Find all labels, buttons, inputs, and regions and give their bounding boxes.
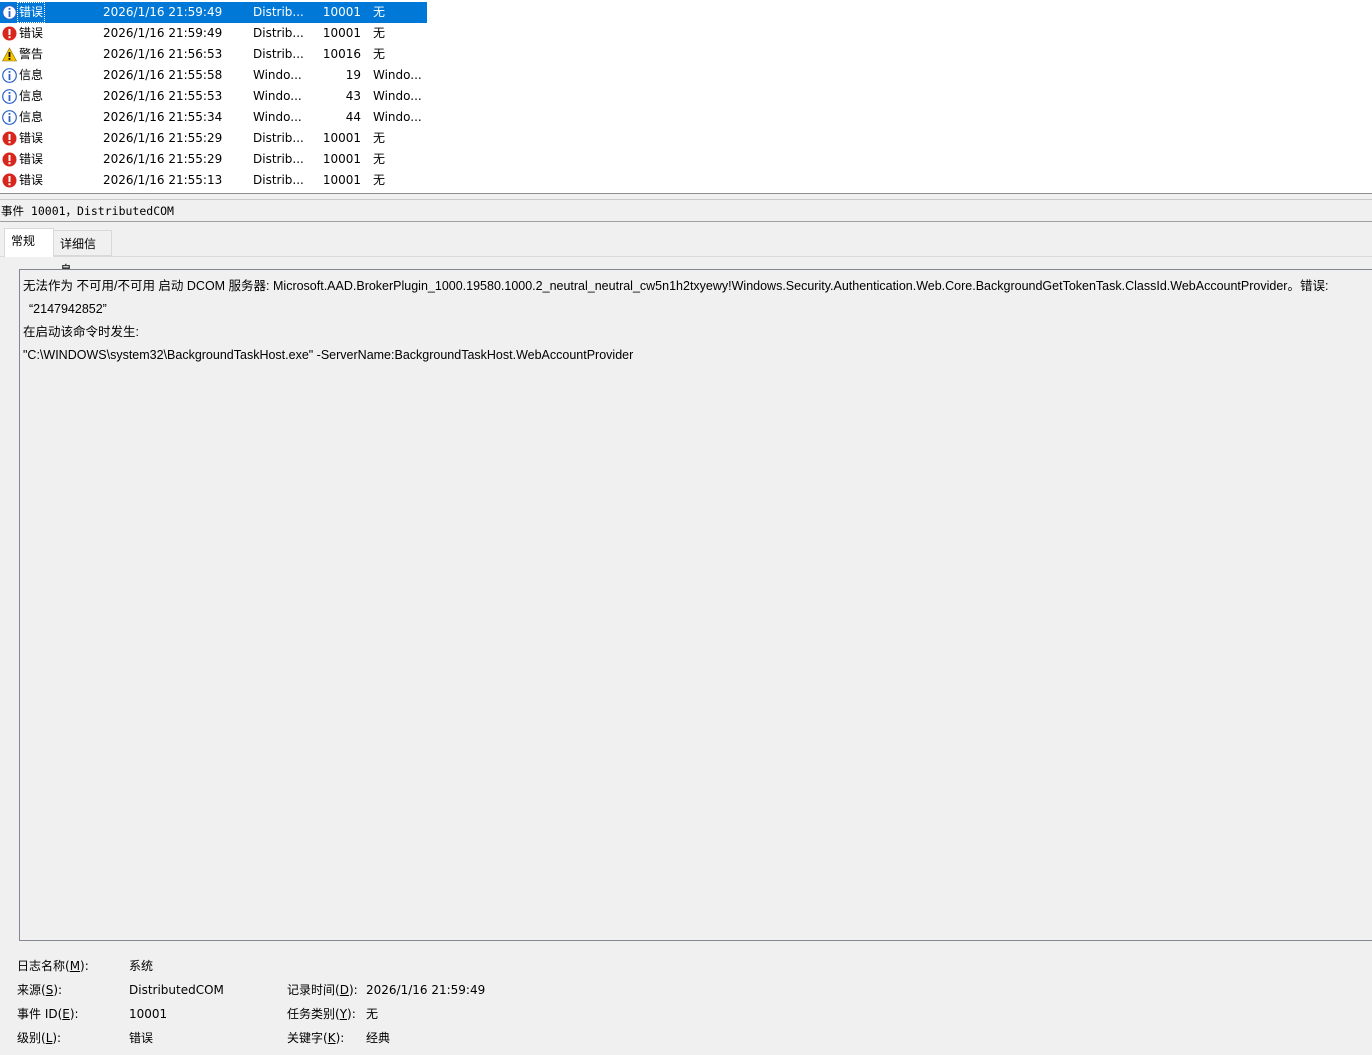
event-source: Distrib... [253,47,304,61]
task-category-value[interactable]: 无 [366,1004,378,1024]
level-label: 级别(L): [17,1031,62,1045]
event-source: Distrib... [253,152,304,166]
log-name-label: 日志名称(M): [17,959,89,973]
event-level: 信息 [19,89,44,103]
error-icon [2,173,17,188]
event-row[interactable]: 信息 2026/1/16 21:55:58 Windo... 19 Windo... [0,65,427,86]
event-task-category: Windo... [373,110,422,124]
event-row[interactable]: 错误 2026/1/16 21:55:29 Distrib... 10001 无 [0,149,427,170]
event-date: 2026/1/16 21:55:29 [103,152,223,166]
event-id: 10001 [322,5,361,19]
event-detail-header: 事件 10001，DistributedCOM [0,200,1372,222]
event-id: 19 [345,68,361,82]
task-category-label: 任务类别(Y): [287,1007,356,1021]
event-level: 错误 [19,26,44,40]
error-icon [2,26,17,41]
log-name-value[interactable]: 系统 [129,956,153,976]
logged-value[interactable]: 2026/1/16 21:59:49 [366,980,485,1000]
event-description[interactable]: 无法作为 不可用/不可用 启动 DCOM 服务器: Microsoft.AAD.… [19,269,1372,941]
event-id: 43 [345,89,361,103]
event-level: 错误 [19,131,44,145]
event-row[interactable]: 信息 2026/1/16 21:55:53 Windo... 43 Windo... [0,86,427,107]
event-id: 10001 [322,26,361,40]
event-date: 2026/1/16 21:55:58 [103,68,223,82]
event-date: 2026/1/16 21:59:49 [103,5,223,19]
event-source: Distrib... [253,131,304,145]
event-date: 2026/1/16 21:59:49 [103,26,223,40]
event-source: Windo... [253,68,302,82]
event-id: 44 [345,110,361,124]
description-line-2: “2147942852” [29,302,107,316]
logged-label: 记录时间(D): [287,983,358,997]
event-task-category: 无 [373,26,386,40]
event-list[interactable]: 错误 2026/1/16 21:59:49 Distrib... 10001 无错误 20… [0,0,1372,193]
level-value[interactable]: 错误 [129,1028,153,1048]
event-level: 信息 [19,110,44,124]
event-date: 2026/1/16 21:55:53 [103,89,223,103]
event-date: 2026/1/16 21:55:13 [103,173,223,187]
info-icon [2,68,17,83]
event-id: 10001 [322,131,361,145]
info-icon [2,110,17,125]
event-row[interactable]: 信息 2026/1/16 21:55:34 Windo... 44 Windo... [0,107,427,128]
event-task-category: 无 [373,152,386,166]
source-value[interactable]: DistributedCOM [129,980,224,1000]
event-task-category: 无 [373,173,386,187]
tab-details[interactable]: 详细信息 [54,230,112,277]
event-date: 2026/1/16 21:55:34 [103,110,223,124]
error-icon [2,131,17,146]
event-date: 2026/1/16 21:55:29 [103,131,223,145]
event-level: 警告 [19,47,44,61]
info-icon [2,89,17,104]
event-task-category: 无 [373,5,386,19]
event-level: 错误 [19,173,44,187]
event-source: Distrib... [253,173,304,187]
event-source: Distrib... [253,5,304,19]
event-id-value[interactable]: 10001 [129,1004,167,1024]
event-source: Windo... [253,89,302,103]
event-source: Distrib... [253,26,304,40]
event-row[interactable]: 错误 2026/1/16 21:55:13 Distrib... 10001 无 [0,170,427,191]
tab-general[interactable]: 常规 [4,228,54,257]
tab-panel-border [0,256,1372,257]
event-task-category: 无 [373,47,386,61]
event-id-label: 事件 ID(E): [17,1007,79,1021]
pane-splitter[interactable] [0,193,1372,200]
event-task-category: Windo... [373,68,422,82]
event-row[interactable]: 错误 2026/1/16 21:55:29 Distrib... 10001 无 [0,128,427,149]
event-row[interactable]: 错误 2026/1/16 21:59:49 Distrib... 10001 无 [0,23,427,44]
description-line-3: 在启动该命令时发生: [23,325,139,339]
event-row[interactable]: 警告 2026/1/16 21:56:53 Distrib... 10016 无 [0,44,427,65]
event-source: Windo... [253,110,302,124]
event-level: 信息 [19,68,44,82]
info-icon [2,5,17,20]
event-id: 10001 [322,173,361,187]
source-label: 来源(S): [17,983,63,997]
description-line-4: "C:\WINDOWS\system32\BackgroundTaskHost.… [23,348,634,362]
keywords-value[interactable]: 经典 [366,1028,390,1048]
event-level: 错误 [17,2,46,23]
keywords-label: 关键字(K): [287,1031,345,1045]
event-task-category: 无 [373,131,386,145]
error-icon [2,152,17,167]
description-line-1: 无法作为 不可用/不可用 启动 DCOM 服务器: Microsoft.AAD.… [23,279,1329,293]
detail-tabs: 常规 详细信息 [0,228,1372,277]
event-row[interactable]: 错误 2026/1/16 21:59:49 Distrib... 10001 无 [0,2,427,23]
event-id: 10016 [322,47,361,61]
event-date: 2026/1/16 21:56:53 [103,47,223,61]
event-task-category: Windo... [373,89,422,103]
event-level: 错误 [19,152,44,166]
event-id: 10001 [322,152,361,166]
warning-icon [1,47,18,62]
